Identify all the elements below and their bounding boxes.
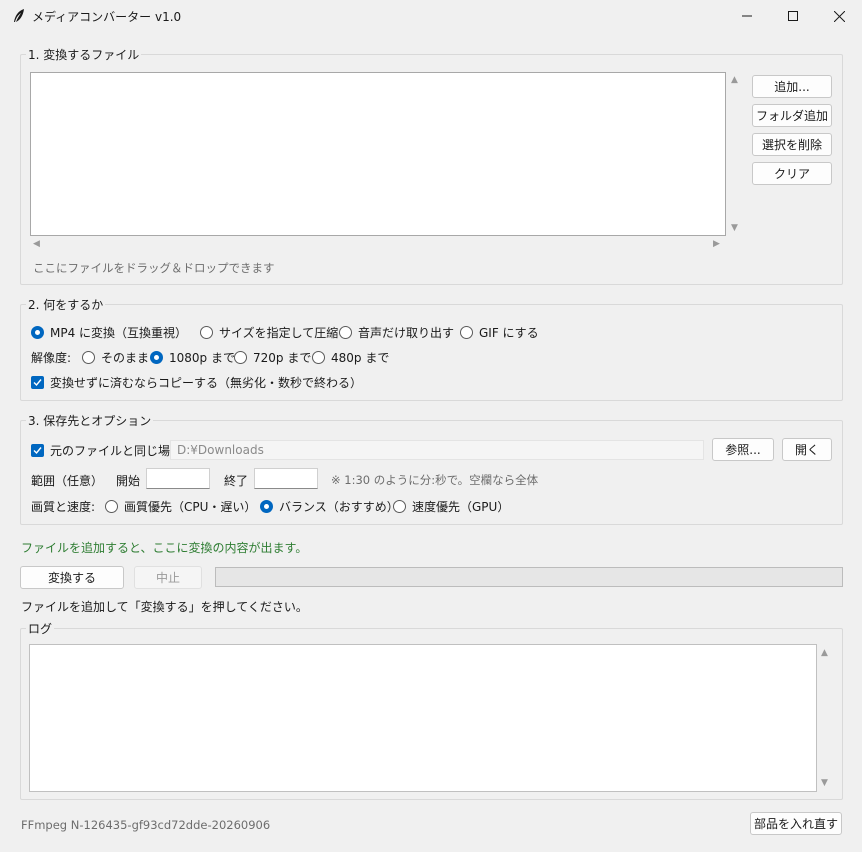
files-group-label: 1. 変換するファイル xyxy=(26,46,142,63)
mode-label: サイズを指定して圧縮 xyxy=(219,326,339,340)
progress-bar xyxy=(215,567,843,587)
file-listbox[interactable] xyxy=(30,72,726,236)
log-textarea[interactable] xyxy=(29,644,817,792)
resolution-option-label: そのまま xyxy=(101,351,150,365)
feather-icon xyxy=(12,8,26,24)
quality-label: 画質と速度: xyxy=(31,500,96,514)
mode-label: 音声だけ取り出す xyxy=(358,326,455,340)
action-group-label: 2. 何をするか xyxy=(26,296,106,313)
resolution-original-radio[interactable]: そのまま xyxy=(82,349,149,366)
radio-icon xyxy=(393,500,406,513)
quality-option-label: 速度優先（GPU） xyxy=(412,500,510,514)
radio-icon xyxy=(460,326,473,339)
close-button[interactable] xyxy=(816,0,862,32)
close-icon xyxy=(833,10,845,22)
convert-button[interactable]: 変換する xyxy=(20,566,124,589)
stop-button[interactable]: 中止 xyxy=(134,566,202,589)
resolution-option-label: 720p まで xyxy=(253,351,312,365)
start-time-input[interactable] xyxy=(146,468,210,489)
window-title: メディアコンバーター v1.0 xyxy=(32,10,182,24)
status-text: ファイルを追加して「変換する」を押してください。 xyxy=(21,600,308,614)
resolution-1080p-radio[interactable]: 1080p まで xyxy=(150,349,235,366)
radio-icon xyxy=(312,351,325,364)
checkmark-icon xyxy=(31,376,44,389)
copy-option-label: 変換せずに済むならコピーする（無劣化・数秒で終わる） xyxy=(50,376,363,390)
open-folder-button[interactable]: 開く xyxy=(782,438,832,461)
radio-selected-icon xyxy=(260,500,273,513)
end-time-input[interactable] xyxy=(254,468,318,489)
remove-selected-button[interactable]: 選択を削除 xyxy=(752,133,832,156)
add-folder-button[interactable]: フォルダ追加 xyxy=(752,104,832,127)
mode-mp4-radio[interactable]: MP4 に変換（互換重視） xyxy=(31,324,187,341)
radio-icon xyxy=(105,500,118,513)
log-scroll-up-icon[interactable]: ▲ xyxy=(821,649,828,658)
mode-label: MP4 に変換（互換重視） xyxy=(50,326,188,340)
quality-speed-radio[interactable]: 速度優先（GPU） xyxy=(393,498,509,515)
browse-button[interactable]: 参照... xyxy=(712,438,774,461)
mode-label: GIF にする xyxy=(479,326,539,340)
radio-icon xyxy=(234,351,247,364)
end-label: 終了 xyxy=(224,474,249,488)
resolution-option-label: 1080p まで xyxy=(169,351,235,365)
scroll-up-icon[interactable]: ▲ xyxy=(731,76,738,85)
scroll-down-icon[interactable]: ▼ xyxy=(731,224,738,233)
summary-text: ファイルを追加すると、ここに変換の内容が出ます。 xyxy=(21,541,308,555)
minimize-icon xyxy=(742,15,752,17)
quality-balance-radio[interactable]: バランス（おすすめ） xyxy=(260,498,399,515)
checkmark-icon xyxy=(31,444,44,457)
scroll-left-icon[interactable]: ◀ xyxy=(33,240,40,249)
radio-icon xyxy=(339,326,352,339)
range-label: 範囲（任意） xyxy=(31,474,104,488)
same-location-label: 元のファイルと同じ場所 xyxy=(50,444,183,458)
start-label: 開始 xyxy=(116,474,141,488)
log-group-label: ログ xyxy=(26,620,55,637)
scroll-right-icon[interactable]: ▶ xyxy=(713,240,720,249)
drop-hint: ここにファイルをドラッグ＆ドロップできます xyxy=(33,261,275,275)
copy-if-possible-checkbox[interactable]: 変換せずに済むならコピーする（無劣化・数秒で終わる） xyxy=(31,374,362,391)
resolution-option-label: 480p まで xyxy=(331,351,390,365)
quality-option-label: バランス（おすすめ） xyxy=(279,500,399,514)
clear-button[interactable]: クリア xyxy=(752,162,832,185)
ffmpeg-version: FFmpeg N-126435-gf93cd72dde-20260906 xyxy=(21,818,271,832)
maximize-button[interactable] xyxy=(770,0,816,32)
output-path-field[interactable]: D:¥Downloads xyxy=(170,440,704,460)
resolution-480p-radio[interactable]: 480p まで xyxy=(312,349,389,366)
resolution-label: 解像度: xyxy=(31,351,72,365)
radio-selected-icon xyxy=(31,326,44,339)
radio-icon xyxy=(82,351,95,364)
mode-audio-radio[interactable]: 音声だけ取り出す xyxy=(339,324,454,341)
range-hint: ※ 1:30 のように分:秒で。空欄なら全体 xyxy=(331,473,539,487)
same-location-checkbox[interactable]: 元のファイルと同じ場所 xyxy=(31,442,182,459)
quality-best-radio[interactable]: 画質優先（CPU・遅い） xyxy=(105,498,256,515)
minimize-button[interactable] xyxy=(724,0,770,32)
resolution-720p-radio[interactable]: 720p まで xyxy=(234,349,311,366)
radio-icon xyxy=(200,326,213,339)
quality-option-label: 画質優先（CPU・遅い） xyxy=(124,500,257,514)
radio-selected-icon xyxy=(150,351,163,364)
log-scroll-down-icon[interactable]: ▼ xyxy=(821,779,828,788)
mode-gif-radio[interactable]: GIF にする xyxy=(460,324,539,341)
reinstall-components-button[interactable]: 部品を入れ直す xyxy=(750,812,842,835)
maximize-icon xyxy=(788,11,798,21)
add-file-button[interactable]: 追加... xyxy=(752,75,832,98)
output-group-label: 3. 保存先とオプション xyxy=(26,412,154,429)
mode-compress-radio[interactable]: サイズを指定して圧縮 xyxy=(200,324,338,341)
